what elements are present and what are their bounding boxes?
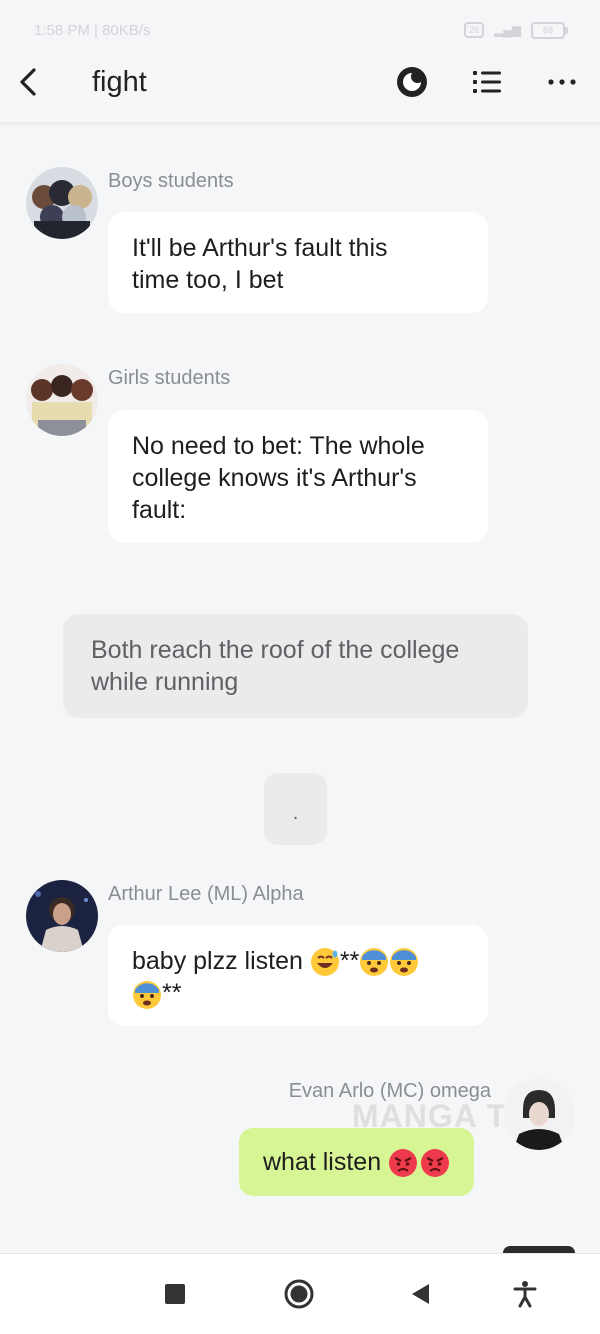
battery-level: 68 [531,21,565,39]
message-bubble[interactable]: baby plzz listen ** ** [108,925,488,1026]
angry-face-emoji-icon [421,1149,450,1178]
signal-icon: ▂▄▆ [494,23,521,37]
page-title: fight [92,66,147,98]
narration-bubble[interactable]: Both reach the roof of the college while… [63,614,528,718]
message-text: fault: [132,496,187,524]
sender-name: Boys students [108,170,234,192]
anxious-sweat-emoji-icon [390,948,419,977]
avatar[interactable] [26,880,98,952]
own-message-bubble[interactable]: what listen [239,1128,475,1196]
sender-name: Arthur Lee (ML) Alpha [108,883,304,905]
narration-text: while running [91,668,239,696]
message-text: No need to bet: The whole [132,432,425,460]
anxious-sweat-emoji-icon [360,948,389,977]
home-circle-icon[interactable] [283,1278,315,1310]
ellipsis-text: . [292,802,299,824]
list-icon[interactable] [470,64,506,100]
status-icons: 26 ▂▄▆ 68 [464,21,568,39]
avatar[interactable] [503,1078,575,1150]
avatar [503,1246,575,1253]
message-text: baby plzz listen [132,947,310,975]
narration-text: Both reach the roof of the college [91,636,460,664]
sim-icon: 26 [464,22,485,38]
battery-icon: 68 [531,21,568,39]
laughing-sweat-emoji-icon [310,948,339,977]
sender-name: Girls students [108,367,231,389]
ellipsis-bubble[interactable]: . [264,773,327,845]
chat-header: fight [0,48,600,123]
message-text: time too, I bet [132,266,284,294]
theme-toggle-icon[interactable] [394,64,430,100]
avatar[interactable] [26,364,98,436]
anxious-sweat-emoji-icon [133,980,161,1009]
status-time: 1:58 PM | 80KB/s [34,21,151,39]
message-text: ** [339,947,360,975]
message-bubble[interactable]: No need to bet: The whole college knows … [108,410,488,543]
angry-face-emoji-icon [389,1149,418,1178]
back-triangle-icon[interactable] [405,1278,437,1310]
message-bubble[interactable]: It'll be Arthur's fault this time too, I… [108,212,488,313]
message-text: It'll be Arthur's fault this [132,234,388,262]
avatar[interactable] [26,167,98,239]
more-icon[interactable] [544,64,580,100]
back-chevron-icon[interactable] [14,64,46,100]
stop-square-icon[interactable] [159,1278,191,1310]
message-text: ** [162,979,182,1008]
message-text: what listen [263,1148,389,1176]
system-nav-bar [0,1253,600,1334]
message-text: college knows it's Arthur's [132,464,417,492]
accessibility-icon[interactable] [509,1278,541,1310]
